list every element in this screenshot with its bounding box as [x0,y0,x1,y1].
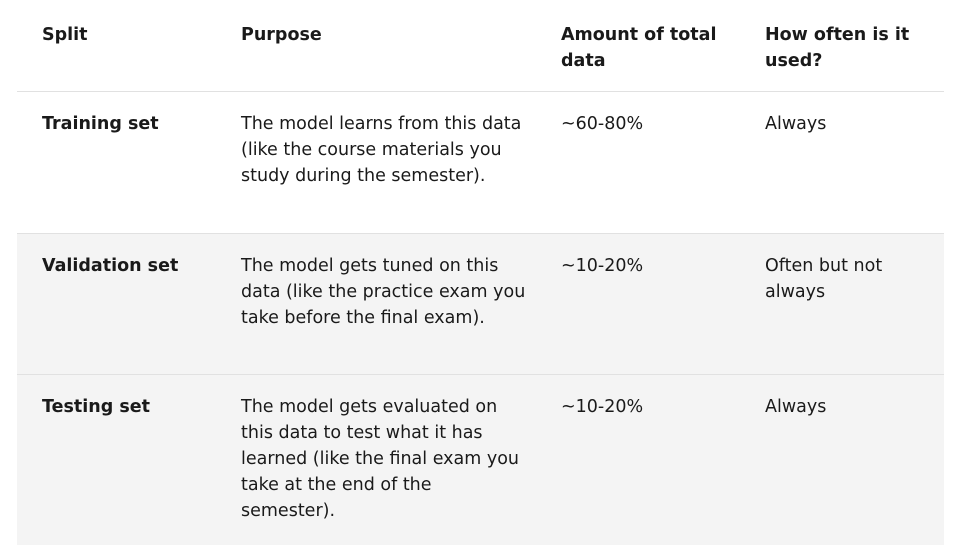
table-header-row: Split Purpose Amount of total data How o… [17,0,944,92]
split-amount: ~10-20% [561,256,644,276]
split-frequency: Often but not always [765,256,883,302]
split-purpose: The model gets tuned on this data (like … [241,256,526,328]
split-frequency: Always [765,397,827,417]
header-split: Split [42,25,88,45]
split-name: Training set [42,114,159,134]
header-purpose: Purpose [241,25,322,45]
table-row: Testing set The model gets evaluated on … [17,375,944,545]
table-row: Training set The model learns from this … [17,92,944,234]
split-amount: ~60-80% [561,114,644,134]
split-purpose: The model learns from this data (like th… [241,114,522,186]
split-name: Testing set [42,397,150,417]
header-frequency: How often is it used? [765,25,910,71]
data-split-table: Split Purpose Amount of total data How o… [17,0,944,545]
split-purpose: The model gets evaluated on this data to… [241,397,520,521]
split-name: Validation set [42,256,179,276]
table-row: Validation set The model gets tuned on t… [17,234,944,375]
header-amount: Amount of total data [561,25,717,71]
split-amount: ~10-20% [561,397,644,417]
split-frequency: Always [765,114,827,134]
